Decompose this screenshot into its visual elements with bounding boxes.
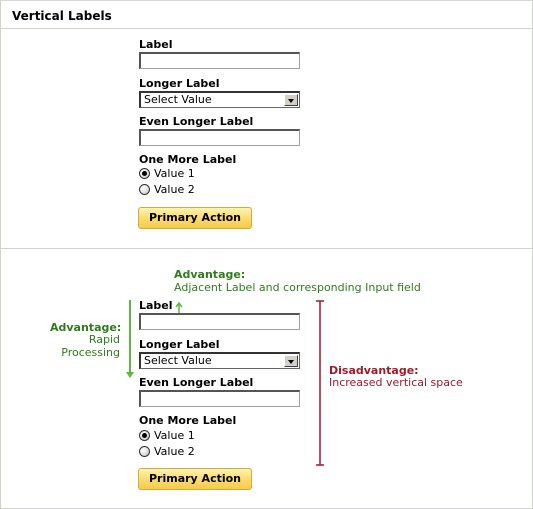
- one-more-label-label: One More Label: [139, 414, 237, 427]
- radio-checked-icon[interactable]: [139, 430, 150, 441]
- label-input[interactable]: [139, 313, 300, 330]
- radio-option-value-1[interactable]: Value 1: [139, 429, 195, 442]
- disadvantage-bracket-icon: [316, 300, 324, 466]
- long-down-arrow-icon: [126, 300, 134, 378]
- chevron-down-icon[interactable]: [284, 355, 298, 367]
- radio-label: Value 1: [154, 429, 195, 442]
- radio-label: Value 2: [154, 445, 195, 458]
- longer-label-select[interactable]: Select Value: [139, 352, 300, 369]
- primary-action-button[interactable]: Primary Action: [138, 468, 252, 490]
- radio-option-value-2[interactable]: Value 2: [139, 445, 195, 458]
- even-longer-label-label: Even Longer Label: [139, 376, 254, 389]
- even-longer-label-input[interactable]: [139, 390, 300, 407]
- select-value: Select Value: [144, 354, 212, 367]
- label-label: Label: [139, 299, 173, 312]
- annotation-arrows: [126, 300, 324, 466]
- longer-label-label: Longer Label: [139, 338, 220, 351]
- radio-unchecked-icon[interactable]: [139, 446, 150, 457]
